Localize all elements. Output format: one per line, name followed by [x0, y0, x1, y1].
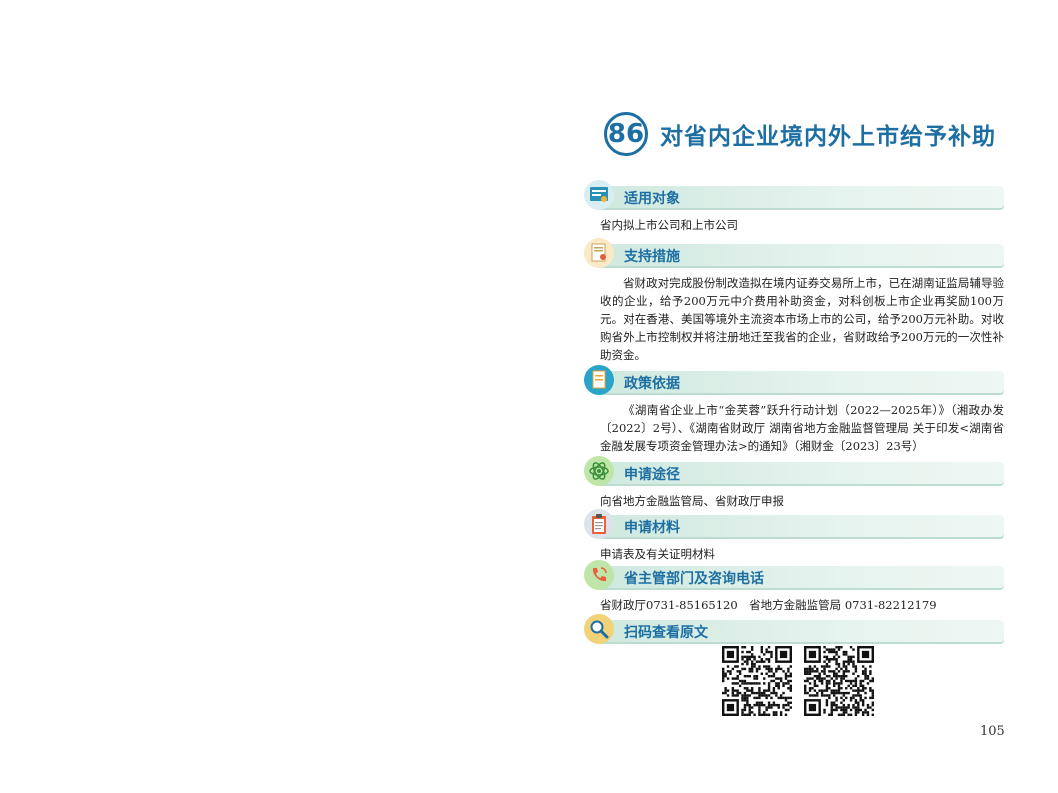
section-heading-bar: 政策依据 [600, 371, 1004, 393]
qr-code-image [804, 646, 874, 716]
section-heading-bar: 支持措施 [600, 244, 1004, 266]
section-heading-bar: 申请材料 [600, 515, 1004, 537]
page-number: 105 [980, 724, 1005, 739]
section-contact: 省主管部门及咨询电话 省财政厅0731-85165120 省地方金融监管局 07… [584, 560, 1004, 614]
section-heading: 政策依据 [624, 376, 680, 392]
section-body: 《湖南省企业上市“金芙蓉”跃升行动计划（2022—2025年）》（湘政办发〔20… [600, 403, 1004, 453]
atom-icon [584, 456, 614, 486]
section-scan-code: 扫码查看原文 [584, 614, 1004, 644]
section-support: 支持措施 省财政对完成股份制改造拟在境内证券交易所上市，已在湖南证监局辅导验收的… [584, 238, 1004, 364]
section-heading-bar: 申请途径 [600, 462, 1004, 484]
section-heading: 扫码查看原文 [624, 625, 708, 641]
qr-code-row [722, 646, 874, 716]
section-heading: 申请途径 [624, 467, 680, 483]
section-heading: 适用对象 [624, 191, 680, 207]
section-body: 申请表及有关证明材料 [600, 547, 715, 561]
section-heading-bar: 适用对象 [600, 186, 1004, 208]
section-heading-bar: 扫码查看原文 [600, 620, 1004, 642]
section-materials: 申请材料 申请表及有关证明材料 [584, 509, 1004, 563]
certificate-icon [584, 238, 614, 268]
page-title: 对省内企业境内外上市给予补助 [660, 124, 996, 150]
section-body: 向省地方金融监管局、省财政厅申报 [600, 494, 784, 508]
item-number-badge: 86 [604, 112, 648, 156]
section-heading: 支持措施 [624, 249, 680, 265]
section-target: 适用对象 省内拟上市公司和上市公司 [584, 180, 1004, 234]
section-policy-basis: 政策依据 《湖南省企业上市“金芙蓉”跃升行动计划（2022—2025年）》（湘政… [584, 365, 1004, 455]
phone-icon [584, 560, 614, 590]
section-apply-channel: 申请途径 向省地方金融监管局、省财政厅申报 [584, 456, 1004, 510]
page-title-block: 86 对省内企业境内外上市给予补助 [604, 110, 996, 158]
section-heading: 省主管部门及咨询电话 [624, 571, 764, 587]
magnifier-icon [584, 614, 614, 644]
clipboard-icon [584, 509, 614, 539]
qr-code-image [722, 646, 792, 716]
section-body: 省财政对完成股份制改造拟在境内证券交易所上市，已在湖南证监局辅导验收的企业，给予… [600, 276, 1004, 362]
section-body: 省内拟上市公司和上市公司 [600, 218, 738, 232]
section-heading-bar: 省主管部门及咨询电话 [600, 566, 1004, 588]
policy-doc-icon [584, 365, 614, 395]
section-body: 省财政厅0731-85165120 省地方金融监管局 0731-82212179 [600, 598, 937, 612]
document-icon [584, 180, 614, 210]
section-heading: 申请材料 [624, 520, 680, 536]
